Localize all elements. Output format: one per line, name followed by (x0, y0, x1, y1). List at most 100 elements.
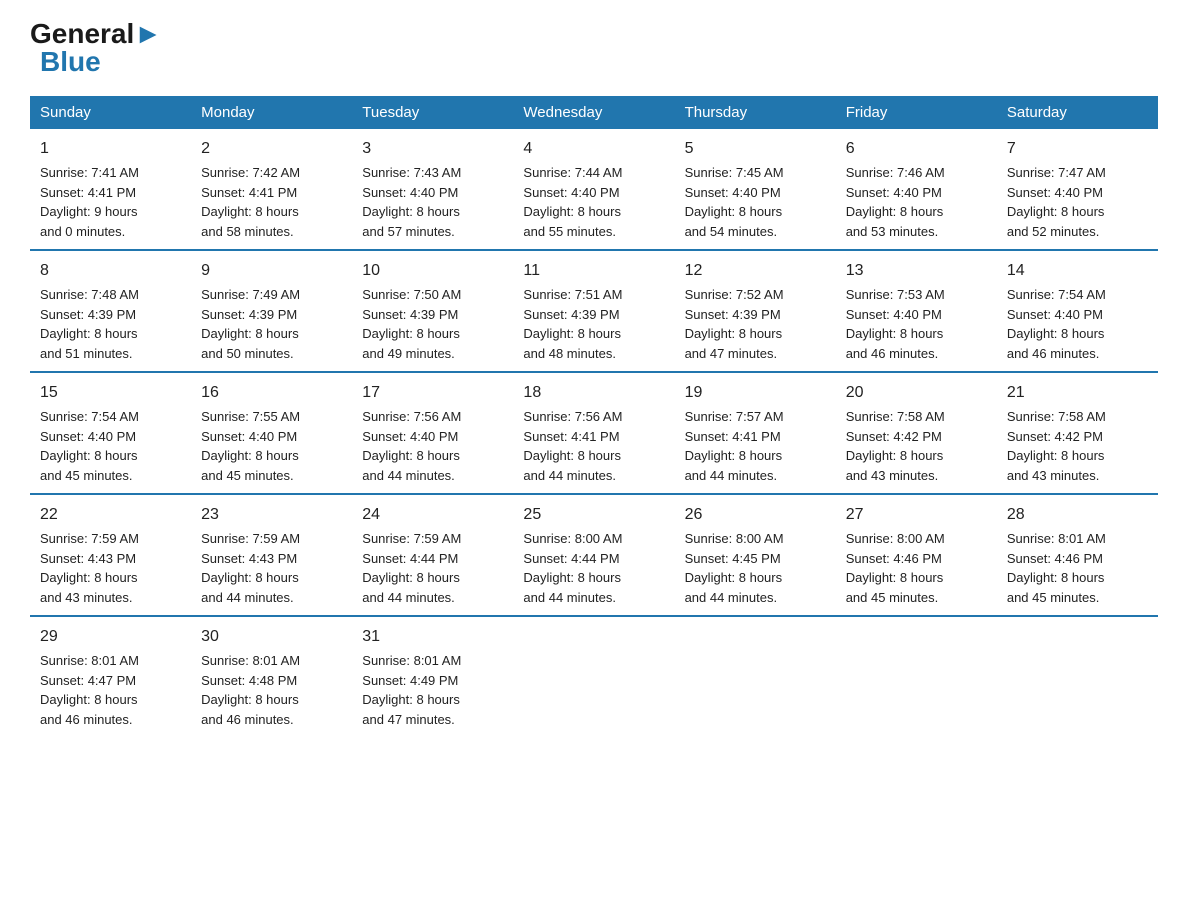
day-info-line: Daylight: 8 hours (362, 568, 503, 588)
day-info-line: and 52 minutes. (1007, 222, 1148, 242)
day-info-line: and 46 minutes. (846, 344, 987, 364)
day-cell: 29Sunrise: 8:01 AMSunset: 4:47 PMDayligh… (30, 616, 191, 737)
day-cell: 1Sunrise: 7:41 AMSunset: 4:41 PMDaylight… (30, 129, 191, 250)
day-cell: 5Sunrise: 7:45 AMSunset: 4:40 PMDaylight… (675, 129, 836, 250)
day-info-line: Daylight: 8 hours (685, 324, 826, 344)
day-info-line: and 44 minutes. (201, 588, 342, 608)
day-info-line: and 53 minutes. (846, 222, 987, 242)
day-info-line: Sunset: 4:40 PM (1007, 305, 1148, 325)
week-row-1: 1Sunrise: 7:41 AMSunset: 4:41 PMDaylight… (30, 129, 1158, 250)
day-info-line: Sunset: 4:40 PM (201, 427, 342, 447)
day-info-line: Sunrise: 7:56 AM (362, 407, 503, 427)
day-header-tuesday: Tuesday (352, 96, 513, 129)
day-info-line: Daylight: 8 hours (846, 324, 987, 344)
day-info-line: and 44 minutes. (523, 588, 664, 608)
day-info-line: Daylight: 8 hours (40, 446, 181, 466)
day-info-line: Sunrise: 8:00 AM (685, 529, 826, 549)
day-info-line: Sunset: 4:40 PM (40, 427, 181, 447)
day-header-monday: Monday (191, 96, 352, 129)
day-cell: 14Sunrise: 7:54 AMSunset: 4:40 PMDayligh… (997, 250, 1158, 372)
day-cell: 31Sunrise: 8:01 AMSunset: 4:49 PMDayligh… (352, 616, 513, 737)
day-info-line: Sunrise: 7:53 AM (846, 285, 987, 305)
day-info-line: Sunrise: 7:44 AM (523, 163, 664, 183)
day-info-line: and 48 minutes. (523, 344, 664, 364)
day-info-line: Sunset: 4:47 PM (40, 671, 181, 691)
day-info-line: and 55 minutes. (523, 222, 664, 242)
day-info-line: and 47 minutes. (685, 344, 826, 364)
day-info-line: Daylight: 8 hours (846, 446, 987, 466)
day-info-line: Sunset: 4:41 PM (685, 427, 826, 447)
day-info-line: and 44 minutes. (685, 588, 826, 608)
day-number: 20 (846, 381, 987, 405)
day-info-line: and 44 minutes. (523, 466, 664, 486)
day-number: 16 (201, 381, 342, 405)
day-info-line: and 43 minutes. (846, 466, 987, 486)
day-cell: 6Sunrise: 7:46 AMSunset: 4:40 PMDaylight… (836, 129, 997, 250)
day-number: 10 (362, 259, 503, 283)
day-cell: 12Sunrise: 7:52 AMSunset: 4:39 PMDayligh… (675, 250, 836, 372)
day-number: 14 (1007, 259, 1148, 283)
day-number: 4 (523, 137, 664, 161)
day-number: 17 (362, 381, 503, 405)
day-info-line: Sunset: 4:40 PM (846, 305, 987, 325)
day-info-line: Sunset: 4:44 PM (362, 549, 503, 569)
day-info-line: Sunrise: 7:54 AM (1007, 285, 1148, 305)
day-cell: 17Sunrise: 7:56 AMSunset: 4:40 PMDayligh… (352, 372, 513, 494)
day-cell: 11Sunrise: 7:51 AMSunset: 4:39 PMDayligh… (513, 250, 674, 372)
day-cell: 19Sunrise: 7:57 AMSunset: 4:41 PMDayligh… (675, 372, 836, 494)
day-info-line: and 45 minutes. (40, 466, 181, 486)
day-info-line: Daylight: 8 hours (362, 690, 503, 710)
day-info-line: Daylight: 8 hours (685, 568, 826, 588)
day-cell: 3Sunrise: 7:43 AMSunset: 4:40 PMDaylight… (352, 129, 513, 250)
day-cell (997, 616, 1158, 737)
day-info-line: Daylight: 8 hours (201, 690, 342, 710)
day-info-line: Daylight: 8 hours (201, 202, 342, 222)
logo: General► Blue (30, 20, 162, 76)
day-info-line: Daylight: 8 hours (523, 324, 664, 344)
day-info-line: Sunset: 4:46 PM (1007, 549, 1148, 569)
week-row-5: 29Sunrise: 8:01 AMSunset: 4:47 PMDayligh… (30, 616, 1158, 737)
day-number: 19 (685, 381, 826, 405)
day-info-line: Daylight: 8 hours (523, 568, 664, 588)
day-cell: 13Sunrise: 7:53 AMSunset: 4:40 PMDayligh… (836, 250, 997, 372)
day-info-line: and 46 minutes. (40, 710, 181, 730)
day-info-line: Sunset: 4:42 PM (846, 427, 987, 447)
day-info-line: Daylight: 8 hours (846, 202, 987, 222)
day-info-line: and 44 minutes. (362, 588, 503, 608)
day-number: 27 (846, 503, 987, 527)
day-info-line: Daylight: 9 hours (40, 202, 181, 222)
day-info-line: and 47 minutes. (362, 710, 503, 730)
day-info-line: Sunrise: 8:01 AM (201, 651, 342, 671)
day-info-line: and 51 minutes. (40, 344, 181, 364)
day-cell: 20Sunrise: 7:58 AMSunset: 4:42 PMDayligh… (836, 372, 997, 494)
day-cell: 7Sunrise: 7:47 AMSunset: 4:40 PMDaylight… (997, 129, 1158, 250)
day-number: 25 (523, 503, 664, 527)
day-cell: 27Sunrise: 8:00 AMSunset: 4:46 PMDayligh… (836, 494, 997, 616)
day-number: 7 (1007, 137, 1148, 161)
day-number: 12 (685, 259, 826, 283)
day-info-line: Sunrise: 7:56 AM (523, 407, 664, 427)
day-number: 8 (40, 259, 181, 283)
day-info-line: Sunrise: 7:57 AM (685, 407, 826, 427)
day-info-line: and 45 minutes. (201, 466, 342, 486)
day-cell: 16Sunrise: 7:55 AMSunset: 4:40 PMDayligh… (191, 372, 352, 494)
day-info-line: Daylight: 8 hours (523, 446, 664, 466)
day-cell: 24Sunrise: 7:59 AMSunset: 4:44 PMDayligh… (352, 494, 513, 616)
day-number: 6 (846, 137, 987, 161)
day-number: 28 (1007, 503, 1148, 527)
day-cell: 25Sunrise: 8:00 AMSunset: 4:44 PMDayligh… (513, 494, 674, 616)
day-header-wednesday: Wednesday (513, 96, 674, 129)
day-cell: 9Sunrise: 7:49 AMSunset: 4:39 PMDaylight… (191, 250, 352, 372)
day-cell: 10Sunrise: 7:50 AMSunset: 4:39 PMDayligh… (352, 250, 513, 372)
day-info-line: Sunrise: 7:48 AM (40, 285, 181, 305)
day-info-line: Sunrise: 7:58 AM (846, 407, 987, 427)
day-info-line: Daylight: 8 hours (40, 324, 181, 344)
day-number: 23 (201, 503, 342, 527)
day-info-line: and 45 minutes. (1007, 588, 1148, 608)
day-number: 30 (201, 625, 342, 649)
day-info-line: Sunset: 4:43 PM (201, 549, 342, 569)
day-info-line: Daylight: 8 hours (362, 324, 503, 344)
day-info-line: Sunrise: 7:43 AM (362, 163, 503, 183)
day-info-line: Sunset: 4:45 PM (685, 549, 826, 569)
day-cell (675, 616, 836, 737)
